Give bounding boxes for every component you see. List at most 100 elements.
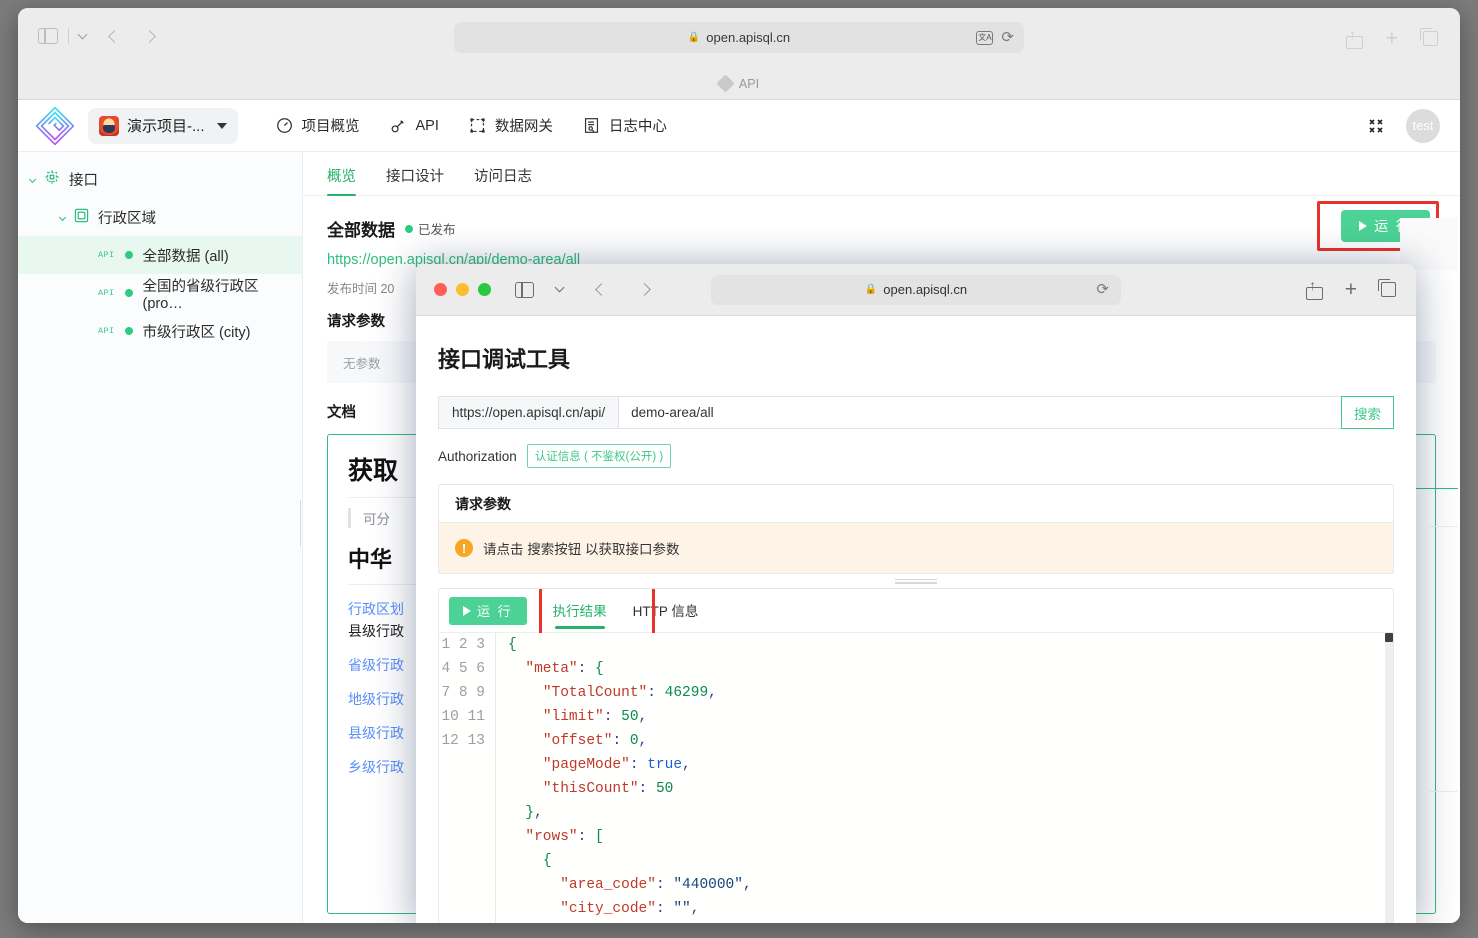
api-title-row: 全部数据 已发布 (327, 216, 1436, 241)
divider (68, 28, 69, 44)
share-icon[interactable] (1345, 26, 1363, 49)
forward-icon[interactable] (638, 283, 651, 296)
reload-icon[interactable]: ⟳ (1096, 282, 1109, 297)
tab-overview[interactable]: 概览 (327, 165, 356, 196)
sidebar-item-label: 市级行政区 (city) (142, 324, 251, 341)
chevron-expanded-icon[interactable] (58, 213, 67, 221)
project-avatar-icon (99, 115, 119, 136)
sidebar-root-interfaces[interactable]: 接口 (18, 160, 302, 198)
browser-tab-label: API (738, 76, 760, 91)
json-result-viewer[interactable]: 1 2 3 4 5 6 7 8 9 10 11 12 13 { "meta": … (439, 633, 1393, 923)
url-input-row: https://open.apisql.cn/api/ 搜索 (438, 396, 1394, 429)
nav-item-label: API (415, 117, 439, 134)
tab-interface-design[interactable]: 接口设计 (386, 165, 444, 195)
sidebar-item-province[interactable]: API 全国的省级行政区 (pro… (18, 274, 302, 312)
api-tag: API (98, 326, 115, 336)
tab-overview-icon[interactable] (1378, 279, 1396, 297)
log-center-icon (583, 117, 601, 135)
favicon-icon (716, 74, 735, 93)
back-icon[interactable] (595, 283, 608, 296)
reload-icon[interactable]: ⟳ (1001, 30, 1014, 45)
nav-item-api[interactable]: API (390, 117, 439, 135)
modal-run-button[interactable]: 运 行 (449, 596, 527, 625)
chevron-down-icon[interactable] (77, 29, 88, 39)
authorization-row: Authorization 认证信息 ( 不鉴权(公开) ) (438, 444, 1394, 468)
api-plug-icon (390, 117, 408, 135)
browser-chrome: 🔒 open.apisql.cn 文A ⟳ + API (18, 8, 1460, 100)
nav-item-gateway[interactable]: 数据网关 (469, 115, 553, 136)
browser-left-controls (38, 28, 156, 44)
app-header-actions: test (1368, 108, 1440, 143)
gateway-icon (469, 117, 487, 135)
plus-icon[interactable]: + (1386, 28, 1398, 49)
tab-strip: API (18, 68, 1460, 99)
divider (1430, 791, 1458, 792)
nav-item-label: 日志中心 (608, 119, 667, 135)
nav-arrows (108, 29, 156, 43)
request-params-card: 请求参数 ! 请点击 搜索按钮 以获取接口参数 (438, 484, 1394, 574)
result-toolbar: 运 行 执行结果 HTTP 信息 (439, 589, 1393, 637)
debug-window-actions: + (1305, 277, 1396, 302)
translate-icon[interactable]: 文A (976, 30, 994, 45)
sidebar-toggle-icon[interactable] (515, 281, 534, 298)
tab-overview-icon[interactable] (1420, 28, 1438, 46)
forward-icon[interactable] (143, 29, 156, 43)
address-bar[interactable]: 🔒 open.apisql.cn 文A ⟳ (454, 22, 1024, 53)
api-path-input[interactable] (618, 396, 1342, 429)
app-header: 演示项目-... 项目概览 API 数据网关 日志中心 test (18, 100, 1460, 152)
browser-tab[interactable]: API (716, 74, 760, 93)
debug-address-bar[interactable]: 🔒 open.apisql.cn ⟳ (711, 274, 1121, 305)
sidebar-item-label: 全部数据 (all) (142, 248, 229, 265)
share-icon[interactable] (1305, 277, 1323, 300)
code-scrollbar-track[interactable] (1385, 633, 1393, 923)
close-icon[interactable] (434, 283, 447, 296)
sidebar-item-label: 全国的省级行政区 (pro… (142, 278, 259, 312)
params-warning: ! 请点击 搜索按钮 以获取接口参数 (439, 523, 1393, 573)
sidebar-group-admin-areas[interactable]: 行政区域 (18, 198, 302, 236)
status-dot-icon (405, 224, 413, 233)
page-title: 全部数据 (327, 221, 395, 240)
code-scrollbar-thumb[interactable] (1385, 633, 1393, 642)
collapse-arrows-icon[interactable] (1368, 118, 1384, 134)
project-switcher[interactable]: 演示项目-... (88, 107, 238, 144)
request-params-title: 请求参数 (439, 485, 1393, 523)
nav-item-label: 数据网关 (494, 119, 553, 135)
debug-tool-body: 接口调试工具 https://open.apisql.cn/api/ 搜索 Au… (416, 316, 1416, 923)
split-resize-handle[interactable] (438, 574, 1394, 588)
maximize-icon[interactable] (478, 283, 491, 296)
line-number-gutter: 1 2 3 4 5 6 7 8 9 10 11 12 13 (439, 633, 495, 923)
browser-right-controls: + (1345, 26, 1438, 49)
apisql-logo[interactable] (36, 106, 74, 145)
nav-item-label: 项目概览 (301, 119, 360, 135)
divider (1430, 526, 1458, 527)
minimize-icon[interactable] (456, 283, 469, 296)
sidebar-item-city[interactable]: API 市级行政区 (city) (18, 312, 302, 350)
debug-tool-window: 🔒 open.apisql.cn ⟳ + 接口调试工具 https://open… (416, 264, 1416, 923)
debug-window-chrome: 🔒 open.apisql.cn ⟳ + (416, 264, 1416, 316)
auth-info-chip[interactable]: 认证信息 ( 不鉴权(公开) ) (526, 444, 672, 468)
nav-item-overview[interactable]: 项目概览 (276, 115, 360, 136)
tab-access-logs[interactable]: 访问日志 (474, 165, 532, 195)
back-icon[interactable] (108, 29, 121, 43)
lock-icon: 🔒 (864, 284, 878, 295)
debug-address-url: open.apisql.cn (883, 282, 968, 297)
sidebar-item-all[interactable]: API 全部数据 (all) (18, 236, 302, 274)
sidebar-toggle-icon[interactable] (38, 28, 58, 44)
tab-http-info[interactable]: HTTP 信息 (633, 589, 699, 633)
browser-window: 🔒 open.apisql.cn 文A ⟳ + API (18, 8, 1460, 923)
dashboard-icon (276, 117, 294, 135)
interface-icon (44, 169, 60, 189)
status-badge-label: 已发布 (418, 223, 456, 237)
address-bar-actions: 文A ⟳ (976, 30, 1014, 45)
avatar[interactable]: test (1406, 108, 1440, 143)
plus-icon[interactable]: + (1345, 278, 1357, 302)
api-tag: API (98, 250, 115, 260)
status-dot-icon (124, 251, 133, 259)
chevron-down-icon[interactable] (554, 282, 565, 293)
tab-execution-result[interactable]: 执行结果 (553, 589, 607, 633)
json-code-content: { "meta": { "TotalCount": 46299, "limit"… (495, 633, 1393, 923)
search-button[interactable]: 搜索 (1341, 396, 1394, 429)
chevron-expanded-icon[interactable] (28, 175, 37, 183)
lock-icon: 🔒 (687, 32, 701, 43)
nav-item-logs[interactable]: 日志中心 (583, 115, 667, 136)
